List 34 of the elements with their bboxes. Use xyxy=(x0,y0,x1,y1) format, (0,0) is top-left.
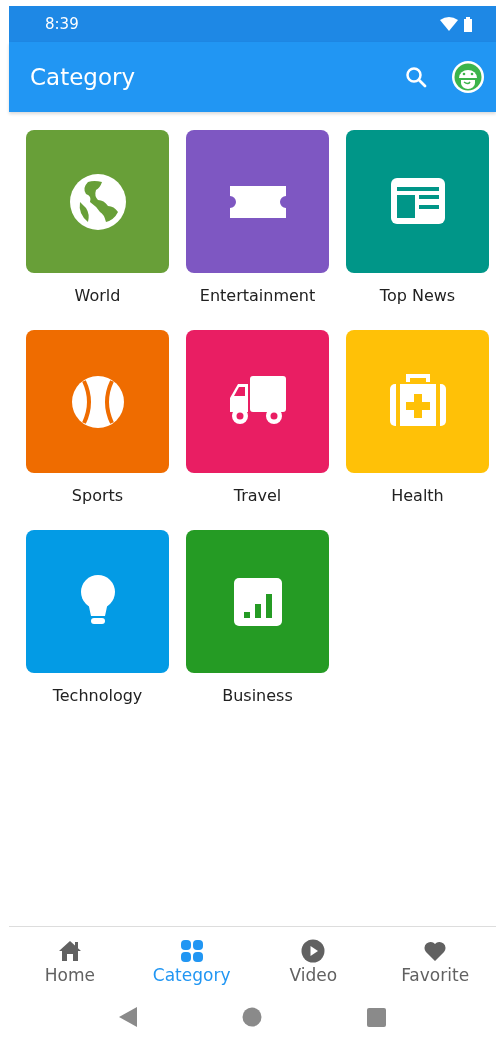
grid-icon xyxy=(179,939,204,963)
category-label: Sports xyxy=(71,486,124,506)
category-tile[interactable] xyxy=(26,330,169,473)
globe-icon xyxy=(67,171,128,232)
avatar-icon[interactable] xyxy=(452,61,484,93)
nav-tab[interactable]: Favorite xyxy=(380,939,491,994)
clock-time: 8:39 xyxy=(45,15,79,33)
app-title: Category xyxy=(30,64,137,90)
search-icon[interactable] xyxy=(404,65,428,89)
category-label: Entertainment xyxy=(199,286,316,306)
category-tile[interactable] xyxy=(26,130,169,273)
back-icon[interactable] xyxy=(119,1007,137,1027)
category-tile[interactable] xyxy=(186,330,329,473)
category-tile[interactable] xyxy=(186,130,329,273)
category-label: Business xyxy=(222,686,293,706)
recents-icon[interactable] xyxy=(367,1007,386,1027)
nav-tab[interactable]: Category xyxy=(136,939,247,994)
category-tile[interactable] xyxy=(346,330,489,473)
nav-tab[interactable]: Video xyxy=(258,939,369,994)
wifi-icon xyxy=(440,17,458,31)
category-label: World xyxy=(74,286,121,306)
nav-tab[interactable]: Home xyxy=(14,939,125,994)
category-label: Health xyxy=(391,486,444,506)
home-icon xyxy=(57,939,82,963)
category-tile[interactable] xyxy=(186,530,329,673)
home-circle-icon[interactable] xyxy=(242,1007,262,1027)
category-label: Top News xyxy=(379,286,456,306)
heart-icon xyxy=(423,939,448,963)
battery-icon xyxy=(464,16,472,32)
category-label: Technology xyxy=(52,686,143,706)
play-circle-icon xyxy=(301,939,326,963)
category-label: Travel xyxy=(233,486,282,506)
category-tile[interactable] xyxy=(346,130,489,273)
category-tile[interactable] xyxy=(26,530,169,673)
